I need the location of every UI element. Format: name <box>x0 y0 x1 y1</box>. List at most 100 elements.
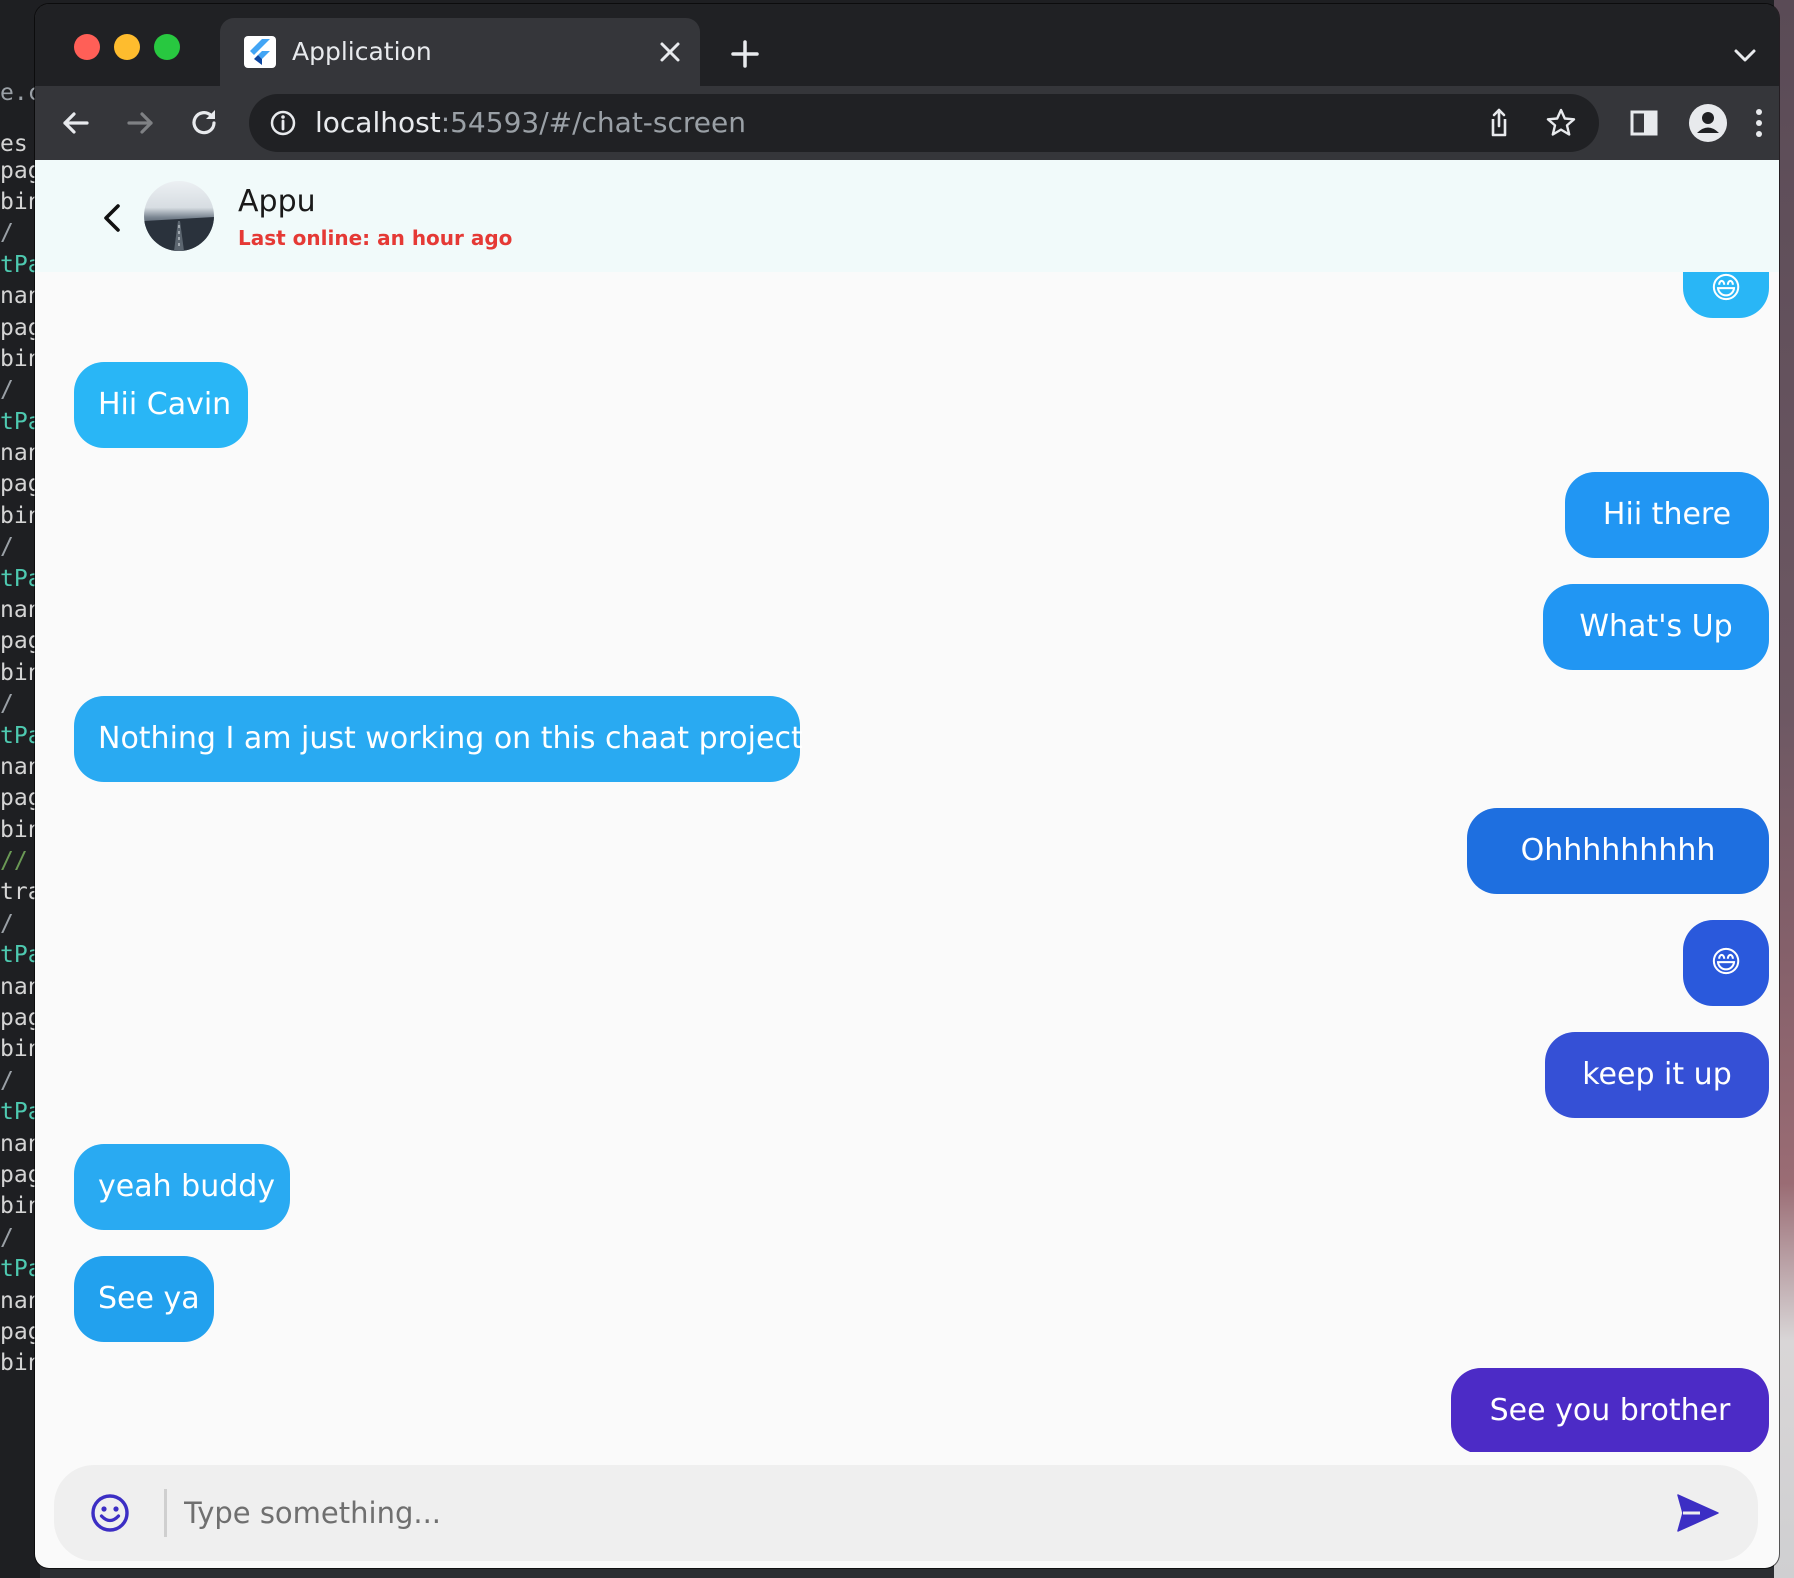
code-line: / <box>0 1225 14 1251</box>
url-path: :54593/#/chat-screen <box>440 106 746 139</box>
share-icon <box>1491 108 1507 137</box>
code-line: bin <box>0 1193 40 1219</box>
code-line: bin <box>0 817 40 843</box>
code-line: pag <box>0 1005 40 1031</box>
share-button[interactable] <box>1481 105 1517 141</box>
code-line: bin <box>0 503 40 529</box>
message-bubble-received[interactable]: Nothing I am just working on this chaat … <box>74 696 803 782</box>
code-line: pag <box>0 158 40 184</box>
code-line: / <box>0 1068 14 1094</box>
chat-header: Appu Last online: an hour ago <box>35 160 1779 272</box>
code-line: / <box>0 377 14 403</box>
background-code-editor: e.c es pag bin / tPa nan pag bin / tPa n… <box>0 0 40 1578</box>
code-line: tPa <box>0 723 40 749</box>
code-line: // <box>0 848 28 874</box>
code-line: pag <box>0 315 40 341</box>
code-line: nan <box>0 283 40 309</box>
browser-toolbar: localhost:54593/#/chat-screen <box>35 86 1779 160</box>
send-button[interactable] <box>1674 1491 1722 1535</box>
message-composer <box>54 1465 1758 1561</box>
minimize-window-button[interactable] <box>114 34 140 60</box>
new-tab-button[interactable] <box>725 34 765 74</box>
code-line: bin <box>0 1036 40 1062</box>
code-line: bin <box>0 346 40 372</box>
code-line: tPa <box>0 566 40 592</box>
bookmark-button[interactable] <box>1543 105 1579 141</box>
message-bubble-received[interactable]: See ya <box>74 1256 214 1342</box>
code-line: tPa <box>0 409 40 435</box>
address-bar[interactable]: localhost:54593/#/chat-screen <box>249 94 1599 152</box>
browser-forward-button[interactable] <box>119 102 161 144</box>
chat-screen: Appu Last online: an hour ago 😄 Hii Cavi… <box>35 160 1779 1568</box>
reload-button[interactable] <box>183 102 225 144</box>
profile-button[interactable] <box>1687 102 1729 144</box>
avatar[interactable] <box>144 181 214 251</box>
side-panel-button[interactable] <box>1623 102 1665 144</box>
side-panel-icon <box>1630 110 1658 136</box>
code-line: bin <box>0 1350 40 1376</box>
message-bubble-sent[interactable]: What's Up <box>1543 584 1769 670</box>
code-line: pag <box>0 628 40 654</box>
code-line: / <box>0 534 14 560</box>
send-icon <box>1677 1494 1719 1532</box>
message-bubble-received[interactable]: yeah buddy <box>74 1144 290 1230</box>
code-line: / <box>0 691 14 717</box>
code-line: nan <box>0 440 40 466</box>
browser-window: Application localhost:54593/#/chat-scree… <box>35 4 1779 1568</box>
close-icon <box>660 42 680 62</box>
message-bubble-sent[interactable]: Hii there <box>1565 472 1769 558</box>
message-bubble-sent[interactable]: keep it up <box>1545 1032 1769 1118</box>
profile-icon <box>1689 104 1727 142</box>
code-line: pag <box>0 1319 40 1345</box>
close-window-button[interactable] <box>74 34 100 60</box>
maximize-window-button[interactable] <box>154 34 180 60</box>
arrow-right-icon <box>127 112 153 134</box>
tab-search-button[interactable] <box>1727 38 1763 74</box>
message-bubble-sent[interactable]: See you brother <box>1451 1368 1769 1452</box>
message-bubble-sent[interactable]: 😄 <box>1683 272 1769 318</box>
code-line: nan <box>0 974 40 1000</box>
close-tab-button[interactable] <box>652 34 688 70</box>
url-text: localhost:54593/#/chat-screen <box>315 106 746 140</box>
browser-menu-button[interactable] <box>1747 102 1771 144</box>
emoji-button[interactable] <box>88 1491 132 1535</box>
code-line: nan <box>0 754 40 780</box>
code-line: / <box>0 911 14 937</box>
code-line: bin <box>0 189 40 215</box>
browser-back-button[interactable] <box>55 102 97 144</box>
code-line: bin <box>0 660 40 686</box>
code-line: nan <box>0 1288 40 1314</box>
more-vertical-icon <box>1756 109 1762 137</box>
tab-title: Application <box>292 37 432 66</box>
message-bubble-sent[interactable]: Ohhhhhhhhh <box>1467 808 1769 894</box>
chevron-down-icon <box>1734 49 1756 62</box>
message-bubble-sent[interactable]: 😄 <box>1683 920 1769 1006</box>
message-input[interactable] <box>184 1483 1624 1543</box>
emoji-icon <box>91 1494 129 1532</box>
code-line: tPa <box>0 1256 40 1282</box>
message-bubble-received[interactable]: Hii Cavin <box>74 362 248 448</box>
back-button[interactable] <box>91 196 135 240</box>
reload-icon <box>192 110 216 135</box>
code-line: tPa <box>0 942 40 968</box>
code-line: tra <box>0 879 40 905</box>
code-line: e.c <box>0 80 40 106</box>
tab-strip: Application <box>35 4 1779 86</box>
code-line: nan <box>0 597 40 623</box>
code-line: nan <box>0 1131 40 1157</box>
code-line: / <box>0 220 14 246</box>
info-icon[interactable] <box>267 107 299 139</box>
tab-application[interactable]: Application <box>220 18 700 86</box>
code-line: pag <box>0 1162 40 1188</box>
url-host: localhost <box>315 106 441 139</box>
input-divider <box>164 1489 167 1537</box>
message-list[interactable]: 😄 Hii Cavin Hii there What's Up Nothing … <box>35 272 1779 1452</box>
code-line: pag <box>0 785 40 811</box>
plus-icon <box>731 40 759 68</box>
flutter-icon <box>244 36 276 68</box>
code-line: pag <box>0 471 40 497</box>
last-online-status: Last online: an hour ago <box>238 226 513 250</box>
arrow-left-icon <box>63 112 89 134</box>
arrow-back-icon <box>104 204 120 232</box>
star-icon <box>1546 108 1576 136</box>
